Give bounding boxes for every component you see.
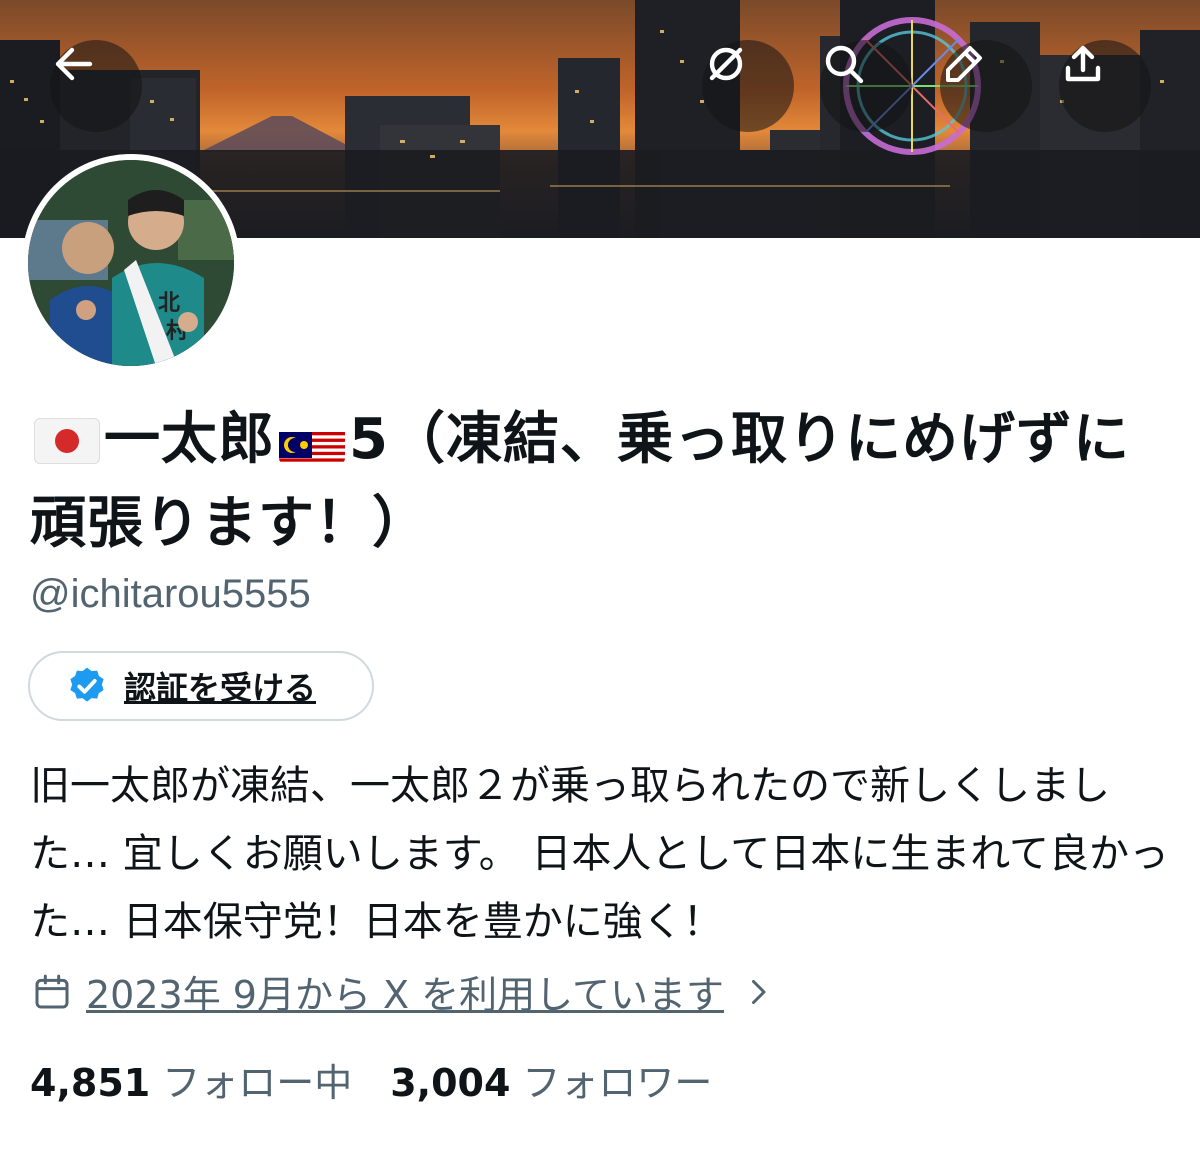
get-verified-label: 認証を受ける — [124, 669, 317, 707]
display-name: 一太郎 5（凍結、乗っ取りにめげずに頑張ります！） — [30, 398, 1180, 566]
svg-text:北: 北 — [158, 291, 180, 316]
following-label: フォロー中 — [162, 1061, 353, 1105]
followers-count: 3,004 — [390, 1061, 511, 1105]
back-button[interactable] — [50, 40, 142, 132]
search-icon — [825, 45, 864, 84]
joined-date-text: 2023年 9月から X を利用しています — [86, 973, 725, 1017]
follow-stats: 4,851 フォロー中 3,004 フォロワー — [30, 1052, 712, 1107]
profile-avatar[interactable]: 北 村 — [22, 154, 240, 372]
display-name-part1: 一太郎 — [104, 407, 275, 472]
following-count: 4,851 — [30, 1061, 151, 1105]
joined-date-link[interactable]: 2023年 9月から X を利用しています — [32, 964, 772, 1019]
share-icon — [1065, 45, 1101, 82]
avatar-photo: 北 村 — [28, 160, 234, 366]
search-button[interactable] — [820, 40, 912, 132]
verified-badge-icon — [70, 667, 104, 702]
hide-button[interactable] — [702, 40, 794, 132]
japan-flag-icon — [34, 418, 100, 464]
calendar-icon — [35, 974, 69, 1008]
followers-label: フォロワー — [522, 1061, 713, 1105]
back-arrow-icon — [55, 47, 93, 81]
edit-button[interactable] — [940, 40, 1032, 132]
get-verified-button[interactable]: 認証を受ける — [28, 651, 374, 721]
malaysia-flag-icon — [279, 418, 345, 464]
share-button[interactable] — [1059, 40, 1151, 132]
edit-icon — [946, 46, 982, 82]
followers-link[interactable]: 3,004 フォロワー — [390, 1052, 712, 1107]
following-link[interactable]: 4,851 フォロー中 — [30, 1052, 352, 1107]
hide-icon — [709, 47, 743, 81]
profile-bio: 旧一太郎が凍結、一太郎２が乗っ取られたので新しくしました… 宜しくお願いします。… — [30, 763, 1170, 945]
chevron-right-icon — [752, 979, 766, 1004]
user-handle: @ichitarou5555 — [30, 572, 311, 616]
